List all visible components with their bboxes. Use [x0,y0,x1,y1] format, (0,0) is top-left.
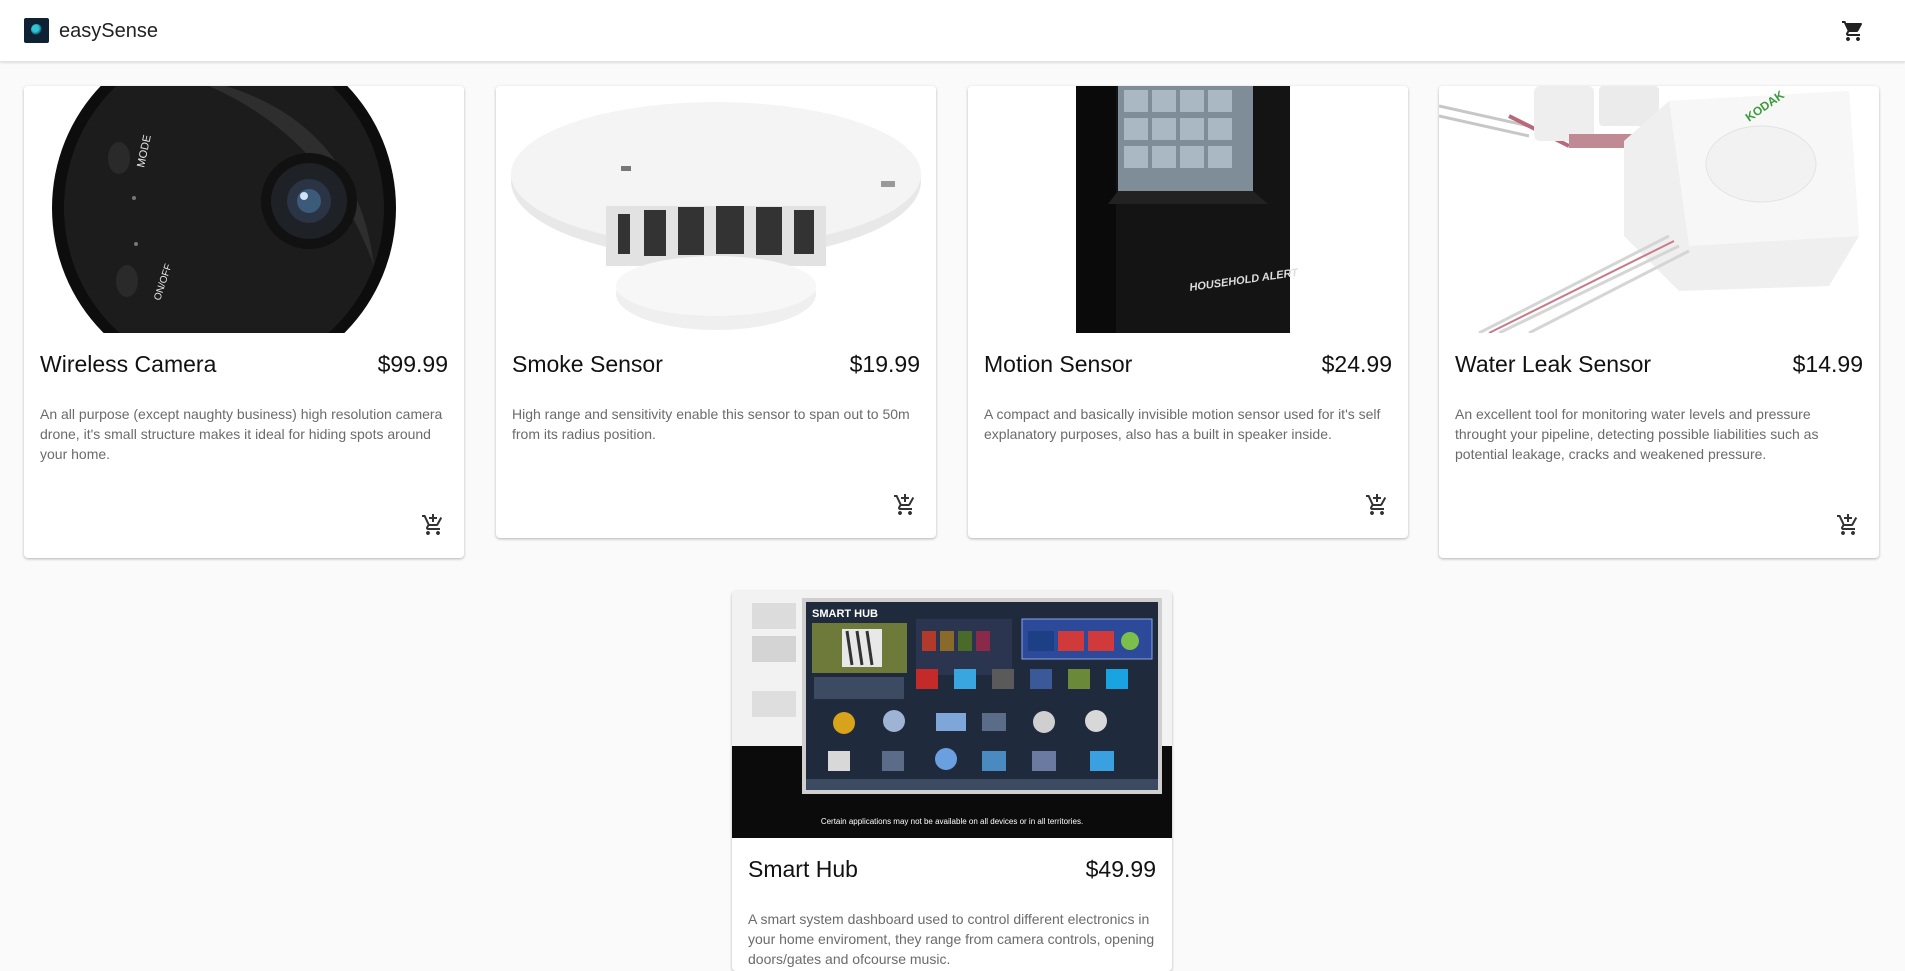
wireless-camera-photo: MODE ON/OFF [24,86,464,333]
product-description: A compact and basically invisible motion… [984,406,1381,442]
product-description: High range and sensitivity enable this s… [512,406,910,442]
product-card-smoke-sensor: Smoke Sensor $19.99 High range and sensi… [496,86,936,538]
product-card-smart-hub: SMART HUB Certain applications may not b… [732,591,1172,971]
smart-hub-photo: SMART HUB Certain applications may not b… [732,591,1172,838]
add-shopping-cart-icon [1837,514,1858,535]
cart-button[interactable] [1836,14,1870,48]
add-shopping-cart-icon [894,494,915,515]
product-card-wireless-camera: MODE ON/OFF Wireless Camera $99.99 An al… [24,86,464,558]
product-title: Smart Hub [748,856,858,882]
product-title: Wireless Camera [40,351,217,377]
shopping-cart-icon [1842,21,1863,41]
app-title[interactable]: easySense [59,19,158,43]
add-to-cart-button[interactable] [418,510,448,540]
hub-screen-title: SMART HUB [812,608,878,620]
water-leak-sensor-photo: KODAK [1439,86,1879,333]
product-description: An all purpose (except naughty business)… [40,406,443,462]
hub-footer-text: Certain applications may not be availabl… [821,817,1083,826]
product-price: $14.99 [1792,351,1863,377]
product-description: An excellent tool for monitoring water l… [1455,406,1819,462]
product-card-motion-sensor: HOUSEHOLD ALERT Motion Sensor $24.99 A c… [968,86,1408,538]
product-title: Water Leak Sensor [1455,351,1652,377]
add-shopping-cart-icon [1366,494,1387,515]
product-card-water-leak-sensor: KODAK Water Leak Sensor $14.99 An excell… [1439,86,1879,558]
add-shopping-cart-icon [422,514,443,535]
add-to-cart-button[interactable] [890,490,920,520]
smoke-sensor-photo [496,86,936,333]
easysense-logo-icon[interactable] [24,18,49,43]
app-bar: easySense [0,0,1905,62]
add-to-cart-button[interactable] [1362,490,1392,520]
product-price: $49.99 [1085,856,1156,882]
product-title: Motion Sensor [984,351,1133,377]
product-price: $19.99 [849,351,920,377]
product-title: Smoke Sensor [512,351,663,377]
product-price: $24.99 [1321,351,1392,377]
add-to-cart-button[interactable] [1833,510,1863,540]
motion-sensor-photo: HOUSEHOLD ALERT [968,86,1408,333]
product-price: $99.99 [377,351,448,377]
product-description: A smart system dashboard used to control… [748,911,1155,967]
